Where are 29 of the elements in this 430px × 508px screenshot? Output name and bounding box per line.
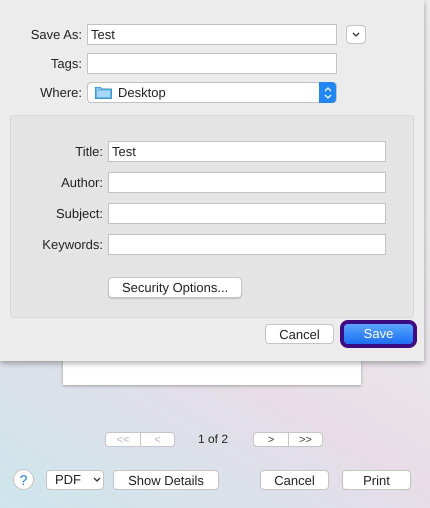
security-options-button[interactable]: Security Options... <box>108 277 242 298</box>
pager-button[interactable]: >> <box>288 432 322 446</box>
stepper-icon <box>319 82 336 103</box>
chevron-down-icon <box>352 32 360 37</box>
field-label: Tags: <box>50 54 83 73</box>
text-field[interactable]: Test <box>108 141 386 162</box>
field-label: Author: <box>60 174 104 192</box>
folder-icon <box>95 86 112 99</box>
page-counter: 1 of 2 <box>198 431 228 448</box>
cancel-button[interactable]: Cancel <box>265 324 334 344</box>
text-field[interactable]: Test <box>87 24 337 45</box>
cancel-button[interactable]: Cancel <box>260 470 329 490</box>
pdf-menu-button[interactable]: PDF <box>46 470 104 490</box>
print-button[interactable]: Print <box>342 470 411 490</box>
field-label: Title: <box>74 142 104 161</box>
pager-button[interactable]: > <box>254 432 288 446</box>
field-label: Save As: <box>30 26 83 44</box>
field-label: Where: <box>39 84 83 102</box>
field-label: Keywords: <box>41 236 104 254</box>
show-details-button[interactable]: Show Details <box>113 470 219 490</box>
text-field[interactable] <box>108 172 386 193</box>
location-popup[interactable]: Desktop <box>87 82 337 103</box>
text-field[interactable] <box>108 234 386 255</box>
text-field[interactable] <box>87 53 337 74</box>
chevron-down-icon <box>93 477 101 482</box>
field-label: Subject: <box>55 204 104 223</box>
help-button[interactable]: ? <box>13 469 34 490</box>
expand-button[interactable] <box>346 25 366 44</box>
text-field[interactable] <box>108 203 386 224</box>
